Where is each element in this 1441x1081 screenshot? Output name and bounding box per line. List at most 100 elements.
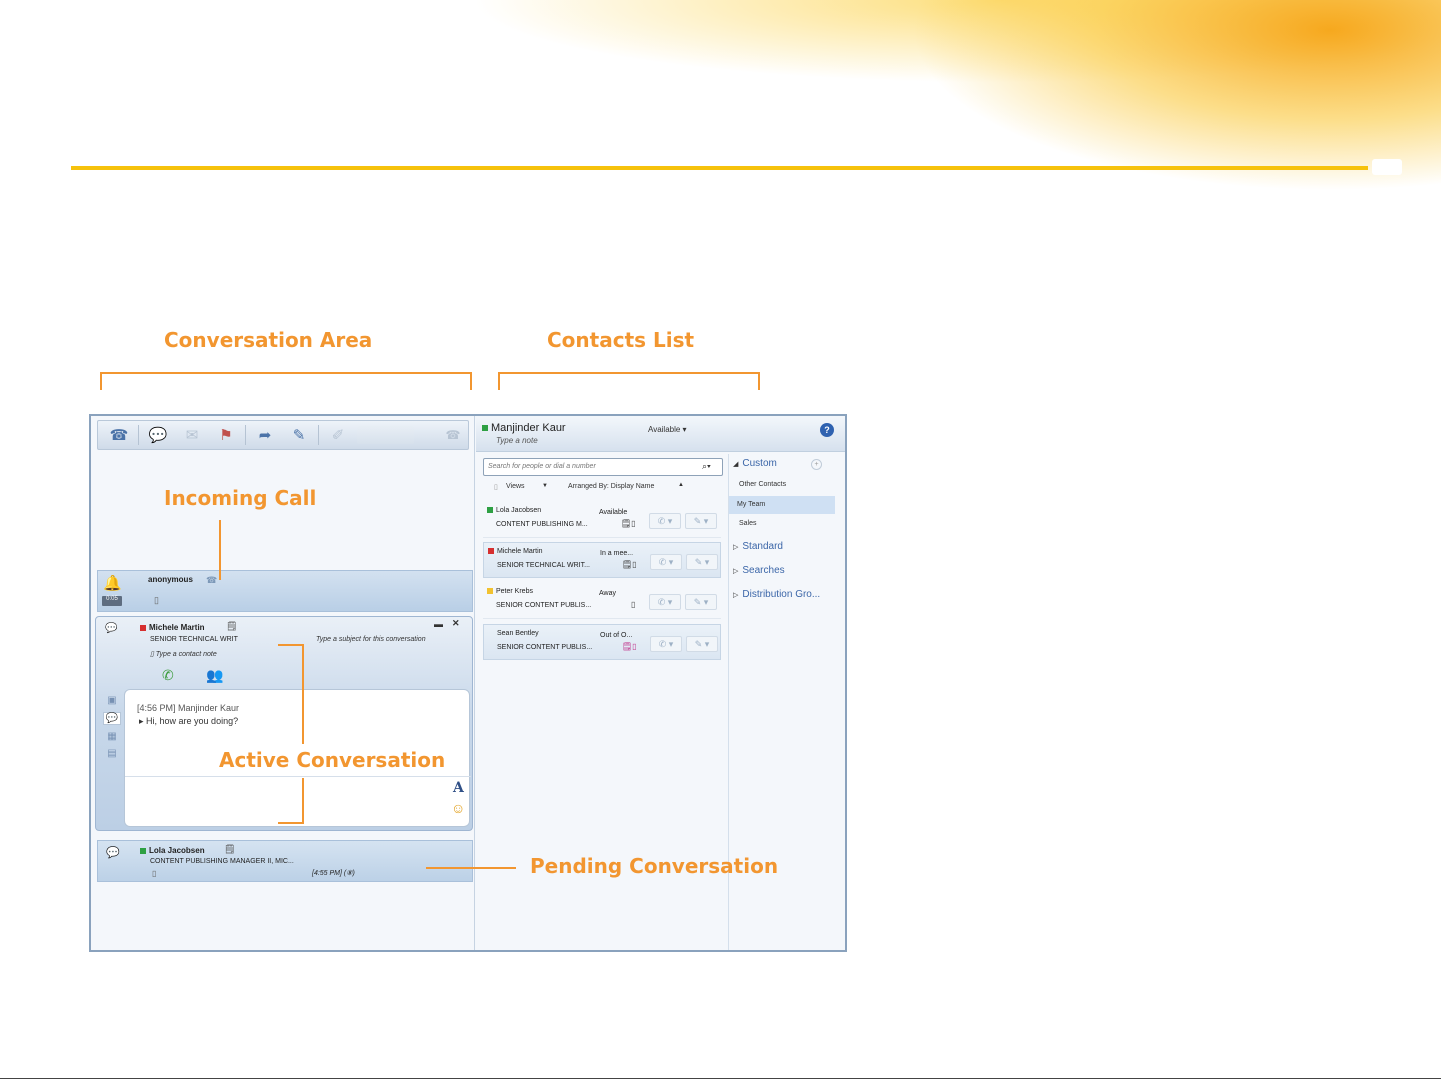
contact-status: Out of O...: [600, 632, 633, 639]
group-distribution-label: Distribution Gro...: [742, 589, 821, 600]
presence-available-icon: [140, 847, 146, 854]
contact-card-icon[interactable]: 🗒: [224, 844, 235, 855]
chevron-up-icon[interactable]: ▲: [678, 482, 684, 488]
contact-row[interactable]: Michele Martin SENIOR TECHNICAL WRIT... …: [483, 542, 721, 578]
contact-card-icon[interactable]: 🗒: [226, 621, 237, 632]
contact-note-placeholder: Type a contact note: [155, 651, 217, 658]
group-custom[interactable]: ◢ Custom: [733, 458, 777, 469]
flag-icon[interactable]: ⚑: [211, 423, 241, 447]
incoming-caller-name: anonymous: [148, 575, 193, 584]
minimize-button[interactable]: ▬: [434, 619, 443, 629]
arranged-by-dropdown[interactable]: Arranged By: Display Name: [568, 483, 654, 490]
pending-conversation-row[interactable]: 💬 Lola Jacobsen 🗒 CONTENT PUBLISHING MAN…: [97, 840, 473, 882]
callout-pending-conversation: Pending Conversation: [530, 854, 779, 878]
contact-row[interactable]: Sean Bentley SENIOR CONTENT PUBLIS... Ou…: [483, 624, 721, 660]
tools-icon[interactable]: ✐: [323, 423, 353, 447]
slide-header-glow: [0, 0, 1441, 260]
notes-icon[interactable]: ✎: [284, 423, 314, 447]
active-contact-name: Michele Martin: [140, 623, 205, 632]
slide-rule-end: [1372, 159, 1402, 175]
bracket-contacts-list: [498, 372, 760, 390]
contact-title: CONTENT PUBLISHING M...: [496, 521, 588, 528]
contact-status: Away: [599, 590, 616, 597]
group-searches[interactable]: ▷ Searches: [733, 565, 785, 576]
add-group-button[interactable]: +: [811, 459, 822, 470]
pending-contact-name-text: Lola Jacobsen: [149, 846, 205, 855]
contact-note-input[interactable]: ▯ Type a contact note: [150, 650, 217, 658]
contact-name: Michele Martin: [488, 548, 543, 555]
bracket-conversation-area: [100, 372, 472, 390]
toolbar-separator: [318, 425, 319, 445]
group-item-other-contacts[interactable]: Other Contacts: [739, 481, 786, 488]
group-distribution[interactable]: ▷ Distribution Gro...: [733, 589, 820, 600]
group-item-my-team[interactable]: My Team: [729, 496, 835, 514]
call-contact-button[interactable]: ✆ ▾: [649, 594, 681, 610]
presence-available-icon: [487, 507, 493, 514]
contact-options-button[interactable]: ✎ ▾: [685, 513, 717, 529]
toolbar-disabled-slot: [357, 426, 414, 444]
callout-pending-line: [426, 867, 516, 869]
my-status-dropdown[interactable]: Available ▾: [648, 425, 687, 434]
group-custom-label: Custom: [742, 458, 777, 469]
share-icon[interactable]: ➦: [250, 423, 280, 447]
contact-title: SENIOR CONTENT PUBLIS...: [496, 602, 592, 609]
group-item-sales[interactable]: Sales: [739, 520, 757, 527]
presence-available-icon: [482, 425, 488, 432]
subject-input[interactable]: Type a subject for this conversation: [316, 636, 426, 643]
callout-incoming-line: [219, 520, 221, 580]
collapsed-arrow-icon: ▷: [733, 592, 739, 599]
close-button[interactable]: ✕: [452, 618, 460, 629]
callout-active-bracket-bottom: [278, 822, 304, 824]
group-standard[interactable]: ▷ Standard: [733, 541, 783, 552]
my-name[interactable]: Manjinder Kaur: [482, 422, 566, 434]
contact-card-icon[interactable]: 🗒▯: [622, 642, 637, 651]
contact-card-icon[interactable]: 🗒▯: [622, 560, 637, 569]
slide-bottom-line: [0, 1078, 1441, 1079]
phone-icon[interactable]: ☎: [104, 423, 134, 447]
call-contact-button[interactable]: ✆ ▾: [649, 513, 681, 529]
contact-options-button[interactable]: ✎ ▾: [685, 594, 717, 610]
contact-card-icon[interactable]: 🗒▯: [621, 519, 636, 528]
message-text: ▸ Hi, how are you doing?: [139, 716, 239, 726]
search-icon[interactable]: ⌕▾: [702, 461, 711, 472]
views-icon: ▯: [494, 484, 498, 491]
bell-icon: 🔔: [103, 575, 122, 592]
whiteboard-icon[interactable]: ▦: [107, 731, 116, 742]
call-contact-button[interactable]: ✆ ▾: [650, 554, 682, 570]
help-icon[interactable]: ?: [820, 423, 834, 437]
call-contact-button[interactable]: ✆ ▾: [650, 636, 682, 652]
incoming-call-row[interactable]: 🔔 0:05 anonymous ☎ ▯: [97, 570, 473, 612]
phone-small-icon[interactable]: ☎: [438, 423, 468, 447]
font-icon[interactable]: A: [453, 780, 464, 796]
chat-icon: 💬: [106, 847, 120, 859]
compose-divider: [125, 776, 471, 777]
calendar-icon[interactable]: ▤: [107, 748, 116, 759]
chat-tab-icon[interactable]: 💬: [103, 712, 121, 725]
search-input[interactable]: Search for people or dial a number ⌕▾: [483, 458, 723, 476]
message-icon[interactable]: ✉: [177, 423, 207, 447]
my-name-text: Manjinder Kaur: [491, 422, 566, 434]
conversation-side-tools: ▣ 💬 ▦ ▤: [102, 695, 122, 759]
my-status-header: Manjinder Kaur Type a note Available ▾ ?: [476, 416, 845, 452]
views-dropdown[interactable]: Views: [506, 483, 525, 490]
contact-row[interactable]: Lola Jacobsen CONTENT PUBLISHING M... Av…: [483, 502, 721, 538]
people-icon[interactable]: 👥: [206, 667, 223, 684]
group-standard-label: Standard: [742, 541, 783, 552]
chat-icon: 💬: [105, 623, 118, 634]
my-note-input[interactable]: Type a note: [496, 436, 538, 445]
attachment-icon[interactable]: ▣: [107, 695, 116, 706]
document-icon: ▯: [631, 600, 636, 609]
message-sender-time: [4:56 PM] Manjinder Kaur: [137, 703, 240, 713]
contact-options-button[interactable]: ✎ ▾: [686, 636, 718, 652]
view-options-bar: ▯ Views ▼ Arranged By: Display Name ▲: [484, 480, 722, 496]
emoticon-icon[interactable]: ☺: [451, 800, 465, 816]
contact-row[interactable]: Peter Krebs SENIOR CONTENT PUBLIS... Awa…: [483, 583, 721, 619]
callout-active-line-top: [302, 644, 304, 744]
chat-icon[interactable]: 💬: [143, 423, 173, 447]
call-icon[interactable]: ✆: [162, 667, 174, 684]
chevron-down-icon[interactable]: ▼: [542, 483, 548, 489]
contact-options-button[interactable]: ✎ ▾: [686, 554, 718, 570]
collapsed-arrow-icon: ▷: [733, 568, 739, 575]
contact-name: Peter Krebs: [487, 588, 533, 595]
active-contact-title: SENIOR TECHNICAL WRIT: [150, 636, 238, 643]
